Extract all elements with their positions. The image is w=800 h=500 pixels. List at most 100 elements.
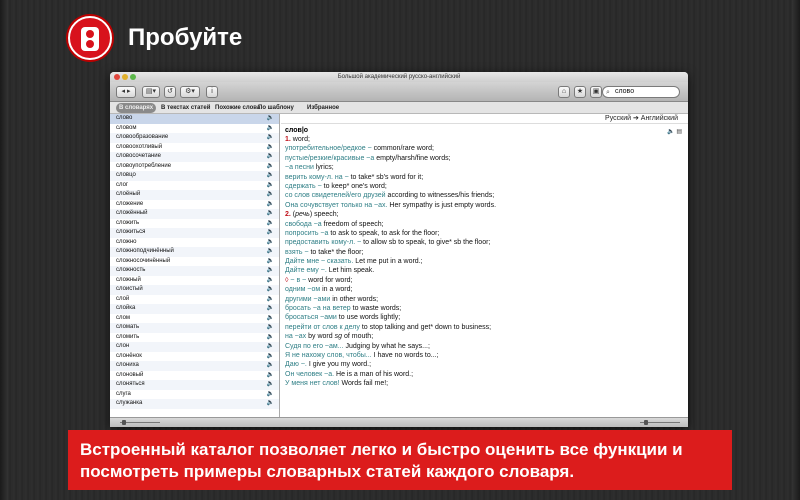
russian-phrase-link[interactable]: Даю ~. (285, 361, 309, 368)
history-icon[interactable]: ↺ (164, 86, 176, 98)
russian-phrase-link[interactable]: Дайте мне ~ сказать. (285, 258, 355, 265)
speaker-icon[interactable]: 🔈 (667, 129, 674, 135)
russian-phrase-link[interactable]: свобода ~а (285, 221, 324, 228)
tab-by-pattern[interactable]: По шаблону (255, 103, 297, 113)
home-icon[interactable]: ⌂ (558, 86, 570, 98)
speaker-icon[interactable]: 🔈 (267, 342, 274, 352)
russian-phrase-link[interactable]: на ~ах (285, 333, 308, 340)
russian-phrase-link[interactable]: другими ~ами (285, 296, 332, 303)
speaker-icon[interactable]: 🔈 (267, 247, 274, 257)
settings-gear-icon[interactable]: ⚙▾ (180, 86, 200, 98)
word-list-item[interactable]: слог 🔈 (110, 181, 279, 191)
speaker-icon[interactable]: 🔈 (267, 228, 274, 238)
speaker-icon[interactable]: 🔈 (267, 285, 274, 295)
word-list-item[interactable]: сложносочинённый 🔈 (110, 257, 279, 267)
speaker-icon[interactable]: 🔈 (267, 143, 274, 153)
speaker-icon[interactable]: 🔈 (267, 181, 274, 191)
speaker-icon[interactable]: 🔈 (267, 323, 274, 333)
word-list-item[interactable]: слониха 🔈 (110, 361, 279, 371)
speaker-icon[interactable]: 🔈 (267, 276, 274, 286)
word-list-item[interactable]: сложно 🔈 (110, 238, 279, 248)
russian-phrase-link[interactable]: попросить ~а (285, 230, 330, 237)
word-list-item[interactable]: сложноподчинённый 🔈 (110, 247, 279, 257)
russian-phrase-link[interactable]: сдержать ~ (285, 183, 324, 190)
word-list-item[interactable]: словообразование 🔈 (110, 133, 279, 143)
speaker-icon[interactable]: 🔈 (267, 114, 274, 124)
zoom-window-button[interactable] (130, 74, 136, 80)
back-forward-button[interactable]: ◂ ▸ (116, 86, 136, 98)
word-list-item[interactable]: слон 🔈 (110, 342, 279, 352)
russian-phrase-link[interactable]: предоставить кому-л. ~ (285, 239, 363, 246)
speaker-icon[interactable]: 🔈 (267, 352, 274, 362)
speaker-icon[interactable]: 🔈 (267, 295, 274, 305)
info-icon[interactable]: i (206, 86, 218, 98)
speaker-icon[interactable]: 🔈 (267, 371, 274, 381)
word-list-item[interactable]: словоупотребление 🔈 (110, 162, 279, 172)
word-list-item[interactable]: слуга 🔈 (110, 390, 279, 400)
russian-phrase-link[interactable]: со слов свидетелей/его друзей (285, 192, 388, 199)
speaker-icon[interactable]: 🔈 (267, 162, 274, 172)
word-list-item[interactable]: сложный 🔈 (110, 276, 279, 286)
favorites-star-icon[interactable]: ★ (574, 86, 586, 98)
speaker-icon[interactable]: 🔈 (267, 390, 274, 400)
speaker-icon[interactable]: 🔈 (267, 238, 274, 248)
word-list-item[interactable]: слово 🔈 (110, 114, 279, 124)
speaker-icon[interactable]: 🔈 (267, 219, 274, 229)
russian-phrase-link[interactable]: ~ в ~ (290, 277, 308, 284)
word-list-item[interactable]: слойка 🔈 (110, 304, 279, 314)
tab-in-dictionaries[interactable]: В словарях (116, 103, 157, 113)
russian-phrase-link[interactable]: бросать ~а на ветер (285, 305, 353, 312)
list-zoom-slider[interactable] (120, 422, 160, 423)
word-list-item[interactable]: словцо 🔈 (110, 171, 279, 181)
word-list-item[interactable]: слонёнок 🔈 (110, 352, 279, 362)
word-list-item[interactable]: сложённый 🔈 (110, 209, 279, 219)
russian-phrase-link[interactable]: У меня нет слов! (285, 380, 342, 387)
word-list-item[interactable]: слоновый 🔈 (110, 371, 279, 381)
russian-phrase-link[interactable]: Она сочувствует только на ~ах. (285, 202, 389, 209)
speaker-icon[interactable]: 🔈 (267, 171, 274, 181)
speaker-icon[interactable]: 🔈 (267, 333, 274, 343)
russian-phrase-link[interactable]: одним ~ом (285, 286, 322, 293)
russian-phrase-link[interactable]: пустые/резкие/красивые ~а (285, 155, 376, 162)
word-list-item[interactable]: словом 🔈 (110, 124, 279, 134)
speaker-icon[interactable]: 🔈 (267, 266, 274, 276)
speaker-icon[interactable]: 🔈 (267, 200, 274, 210)
tab-favorites[interactable]: Избранное (304, 103, 342, 113)
speaker-icon[interactable]: 🔈 (267, 152, 274, 162)
search-input[interactable]: ⌕ слово (602, 86, 680, 98)
speaker-icon[interactable]: 🔈 (267, 314, 274, 324)
article-zoom-knob[interactable] (644, 420, 648, 425)
word-list-item[interactable]: слоёный 🔈 (110, 190, 279, 200)
minimize-window-button[interactable] (122, 74, 128, 80)
font-size-icon[interactable]: ▣ (590, 86, 602, 98)
word-list-item[interactable]: сложность 🔈 (110, 266, 279, 276)
word-list-item[interactable]: сложение 🔈 (110, 200, 279, 210)
tab-in-article-texts[interactable]: В текстах статей (158, 103, 213, 113)
word-list-item[interactable]: сломать 🔈 (110, 323, 279, 333)
speaker-icon[interactable]: 🔈 (267, 133, 274, 143)
word-list-item[interactable]: служанка 🔈 (110, 399, 279, 409)
russian-phrase-link[interactable]: Дайте ему ~. (285, 267, 329, 274)
russian-phrase-link[interactable]: Я не нахожу слов, чтобы... (285, 352, 374, 359)
word-list-item[interactable]: сложить 🔈 (110, 219, 279, 229)
speaker-icon[interactable]: 🔈 (267, 304, 274, 314)
word-list-item[interactable]: слой 🔈 (110, 295, 279, 305)
russian-phrase-link[interactable]: ~а песни (285, 164, 316, 171)
word-list-item[interactable]: словосочетание 🔈 (110, 152, 279, 162)
russian-phrase-link[interactable]: Он человек ~а. (285, 371, 336, 378)
russian-phrase-link[interactable]: Судя по его ~ам... (285, 343, 345, 350)
speaker-icon[interactable]: 🔈 (267, 209, 274, 219)
speaker-icon[interactable]: 🔈 (267, 190, 274, 200)
close-window-button[interactable] (114, 74, 120, 80)
word-list-item[interactable]: сломить 🔈 (110, 333, 279, 343)
word-list-item[interactable]: сложиться 🔈 (110, 228, 279, 238)
russian-phrase-link[interactable]: бросаться ~ами (285, 314, 339, 321)
bookmark-icon[interactable]: ▤ (676, 129, 682, 135)
speaker-icon[interactable]: 🔈 (267, 380, 274, 390)
russian-phrase-link[interactable]: употребительное/редкое ~ (285, 145, 374, 152)
dictionary-menu-icon[interactable]: ▤▾ (142, 86, 160, 98)
speaker-icon[interactable]: 🔈 (267, 361, 274, 371)
russian-phrase-link[interactable]: верить кому-л. на ~ (285, 174, 351, 181)
speaker-icon[interactable]: 🔈 (267, 257, 274, 267)
word-list-item[interactable]: словоохотливый 🔈 (110, 143, 279, 153)
